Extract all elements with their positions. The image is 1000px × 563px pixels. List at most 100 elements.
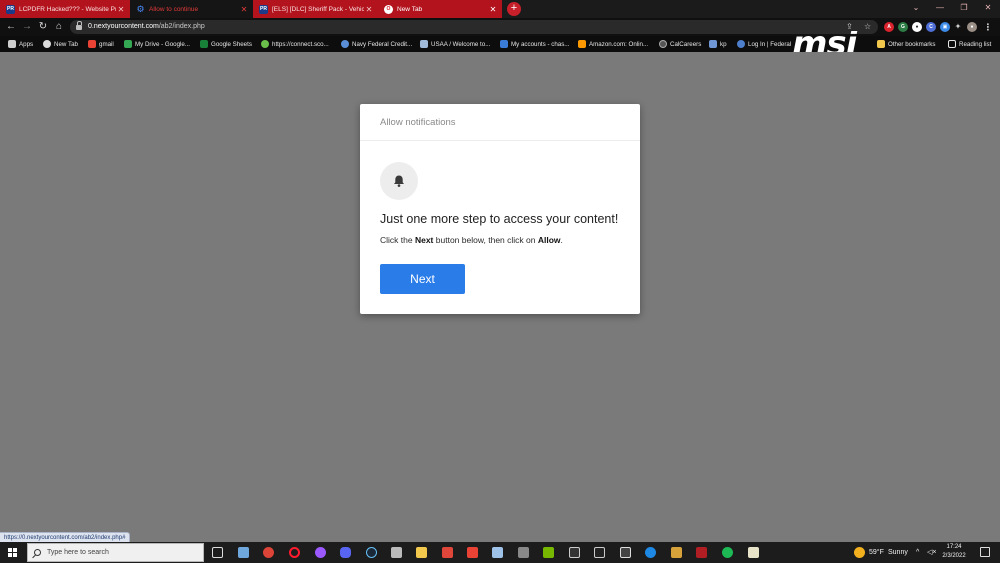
system-clock[interactable]: 17:24 2/3/2022 bbox=[939, 543, 969, 561]
calcareers-icon bbox=[659, 40, 667, 48]
gmail-app-icon[interactable] bbox=[467, 547, 478, 558]
page-viewport: Allow notifications Just one more step t… bbox=[0, 52, 1000, 542]
tab-lcpdfr-hacked[interactable]: PR LCPDFR Hacked??? - Website Pro ✕ bbox=[0, 0, 130, 18]
extensions-puzzle-icon[interactable]: ✦ bbox=[953, 22, 963, 32]
profile-avatar[interactable]: ● bbox=[967, 22, 977, 32]
bookmark-kp[interactable]: kp bbox=[709, 36, 727, 52]
windows-taskbar: Type here to search 59°F Sunny ^ ◁× 17:2… bbox=[0, 542, 1000, 563]
drive-icon bbox=[124, 40, 132, 48]
task-view-icon[interactable] bbox=[212, 547, 223, 558]
link-icon bbox=[261, 40, 269, 48]
apps-grid-icon bbox=[8, 40, 16, 48]
close-tab-icon[interactable]: ✕ bbox=[116, 5, 126, 14]
lock-icon[interactable] bbox=[76, 21, 82, 30]
clock-date: 2/3/2022 bbox=[942, 553, 966, 559]
search-icon bbox=[34, 549, 41, 556]
bookmark-calcareers[interactable]: CalCareers bbox=[659, 36, 701, 52]
bookmark-navy-federal[interactable]: Navy Federal Credit... bbox=[341, 36, 412, 52]
tab-title: Allow to continue bbox=[149, 5, 199, 13]
gmail-icon bbox=[88, 40, 96, 48]
tab-els-sheriff-pack[interactable]: PR [ELS] [DLC] Sheriff Pack - Vehicle ✕ bbox=[253, 0, 378, 18]
tab-allow-to-continue[interactable]: ⚙ Allow to continue ✕ bbox=[130, 0, 253, 18]
bookmark-gmail[interactable]: gmail bbox=[88, 36, 114, 52]
opera-gx-icon[interactable] bbox=[289, 547, 300, 558]
reload-button[interactable]: ↻ bbox=[36, 20, 50, 34]
calculator-icon[interactable] bbox=[238, 547, 249, 558]
usaa-icon bbox=[420, 40, 428, 48]
maximize-button[interactable]: ❐ bbox=[952, 0, 976, 18]
discord-icon[interactable] bbox=[340, 547, 351, 558]
messenger-icon[interactable] bbox=[315, 547, 326, 558]
app-icon[interactable] bbox=[569, 547, 580, 558]
close-tab-icon[interactable]: ✕ bbox=[488, 5, 498, 14]
terminal-icon[interactable] bbox=[594, 547, 605, 558]
steam-icon[interactable] bbox=[366, 547, 377, 558]
tab-title: LCPDFR Hacked??? - Website Pro bbox=[19, 5, 116, 13]
media-player-icon[interactable] bbox=[645, 547, 656, 558]
weather-temp[interactable]: 59°F bbox=[869, 542, 884, 563]
gear-icon: ⚙ bbox=[136, 3, 145, 14]
weather-desc[interactable]: Sunny bbox=[888, 542, 908, 563]
kp-icon bbox=[709, 40, 717, 48]
dialog-header: Allow notifications bbox=[360, 104, 640, 141]
federal-icon bbox=[737, 40, 745, 48]
tab-title: New Tab bbox=[397, 5, 423, 13]
clock-time: 17:24 bbox=[946, 544, 962, 550]
notification-dialog: Allow notifications Just one more step t… bbox=[360, 104, 640, 314]
close-tab-icon[interactable]: ✕ bbox=[239, 5, 249, 14]
notepad-icon[interactable] bbox=[748, 547, 759, 558]
bell-icon bbox=[394, 175, 404, 187]
spotify-icon[interactable] bbox=[722, 547, 733, 558]
address-bar[interactable]: 0.nextyourcontent.com/ab2/index.php ⇪ ☆ bbox=[70, 20, 878, 34]
minimize-button[interactable]: — bbox=[928, 0, 952, 18]
bookmark-my-drive[interactable]: My Drive - Google... bbox=[124, 36, 190, 52]
bookmark-connect-sco[interactable]: https://connect.sco... bbox=[261, 36, 329, 52]
tab-strip: PR LCPDFR Hacked??? - Website Pro ✕ ⚙ Al… bbox=[0, 0, 1000, 18]
dialog-heading: Just one more step to access your conten… bbox=[380, 212, 619, 226]
tab-search-icon[interactable]: ⌄ bbox=[904, 0, 928, 18]
lspdfr-icon: PR bbox=[6, 4, 15, 14]
bookmark-new-tab[interactable]: New Tab bbox=[43, 36, 78, 52]
red-app-icon[interactable] bbox=[442, 547, 453, 558]
bookmark-google-sheets[interactable]: Google Sheets bbox=[200, 36, 252, 52]
notification-center-icon[interactable] bbox=[980, 547, 990, 557]
tray-chevron-icon[interactable]: ^ bbox=[916, 542, 919, 563]
back-button[interactable]: ← bbox=[4, 20, 18, 34]
bookmark-amazon[interactable]: Amazon.com: Onlin... bbox=[578, 36, 648, 52]
close-tab-icon[interactable]: ✕ bbox=[364, 5, 374, 14]
game-launcher-icon[interactable] bbox=[391, 547, 402, 558]
taskbar-search-box[interactable]: Type here to search bbox=[27, 543, 204, 562]
link-status-bar: https://0.nextyourcontent.com/ab2/index.… bbox=[0, 532, 131, 542]
new-tab-button[interactable]: + bbox=[507, 2, 521, 16]
forward-button[interactable]: → bbox=[20, 20, 34, 34]
menu-kebab-icon[interactable]: ⋮ bbox=[983, 22, 993, 32]
bookmark-chase[interactable]: My accounts - chas... bbox=[500, 36, 569, 52]
weather-sun-icon[interactable] bbox=[854, 547, 865, 558]
game-app-icon[interactable] bbox=[671, 547, 682, 558]
paint-app-icon[interactable] bbox=[492, 547, 503, 558]
nvidia-icon[interactable] bbox=[543, 547, 554, 558]
close-window-button[interactable]: ✕ bbox=[976, 0, 1000, 18]
url-text: 0.nextyourcontent.com/ab2/index.php bbox=[88, 23, 205, 30]
next-button[interactable]: Next bbox=[380, 264, 465, 294]
reading-list-icon bbox=[948, 40, 956, 48]
msi-theme-logo: msi bbox=[792, 31, 857, 53]
bookmark-usaa[interactable]: USAA / Welcome to... bbox=[420, 36, 490, 52]
home-button[interactable]: ⌂ bbox=[52, 20, 66, 34]
file-explorer-icon[interactable] bbox=[416, 547, 427, 558]
globe-icon bbox=[43, 40, 51, 48]
bookmark-apps[interactable]: Apps bbox=[8, 36, 33, 52]
bookmark-federal-login[interactable]: Log In | Federal bbox=[737, 36, 791, 52]
bell-icon-circle bbox=[380, 162, 418, 200]
windows-start-button[interactable] bbox=[8, 548, 18, 558]
lspdfr-icon: PR bbox=[259, 4, 268, 14]
tab-new-tab[interactable]: O New Tab ✕ bbox=[378, 0, 502, 18]
app-store-icon[interactable] bbox=[620, 547, 631, 558]
volume-icon[interactable]: ◁× bbox=[927, 542, 936, 563]
bookmark-reading-list[interactable]: Reading list bbox=[948, 36, 991, 52]
search-placeholder: Type here to search bbox=[47, 549, 109, 556]
grid-app-icon[interactable] bbox=[518, 547, 529, 558]
chase-icon bbox=[500, 40, 508, 48]
red-game-icon[interactable] bbox=[696, 547, 707, 558]
chrome-icon[interactable] bbox=[263, 547, 274, 558]
